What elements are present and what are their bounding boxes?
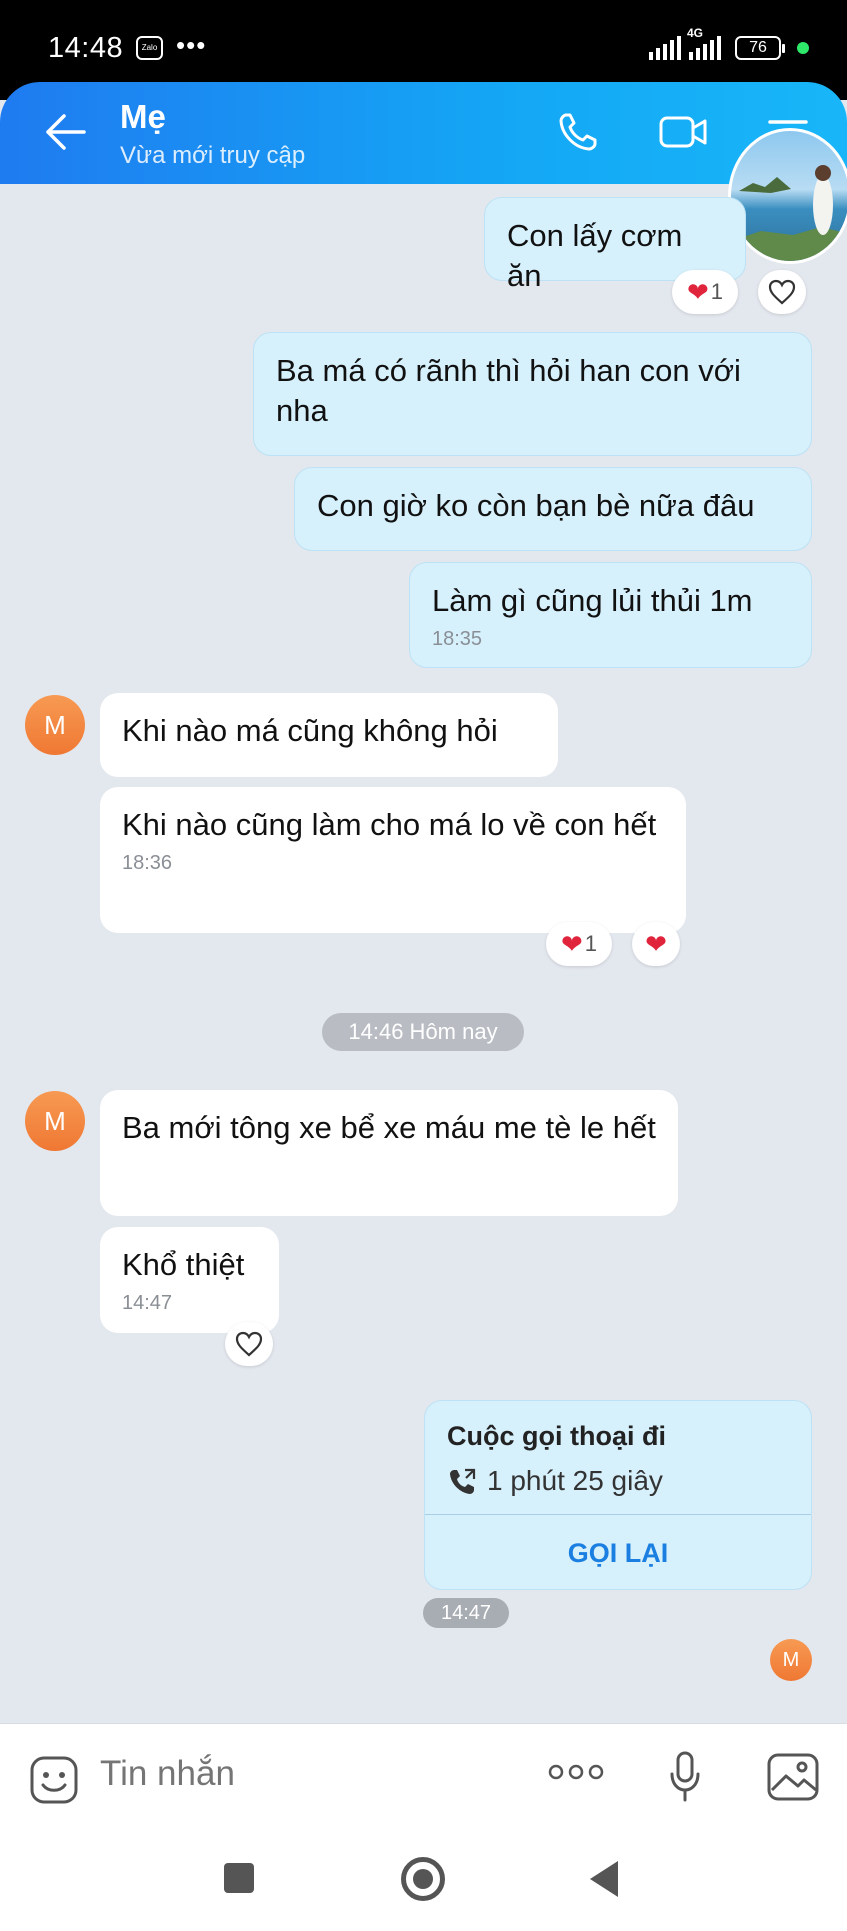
message-bubble-incoming[interactable]: Khổ thiệt 14:47 bbox=[100, 1227, 279, 1333]
message-input-bar bbox=[0, 1723, 847, 1829]
message-bubble-outgoing[interactable]: Con giờ ko còn bạn bè nữa đâu bbox=[294, 467, 812, 551]
status-time: 14:48 bbox=[48, 32, 124, 64]
heart-icon: ❤ bbox=[645, 928, 667, 959]
message-text: Làm gì cũng lủi thủi 1m bbox=[432, 583, 753, 618]
system-nav-bar bbox=[0, 1829, 847, 1931]
message-text: Con lấy cơm ăn bbox=[507, 218, 683, 293]
heart-icon: ❤ bbox=[686, 276, 709, 307]
message-text: Ba mới tông xe bể xe máu me tè le hết bbox=[122, 1110, 656, 1145]
back-arrow-icon[interactable] bbox=[44, 112, 88, 152]
more-icon[interactable] bbox=[546, 1762, 606, 1782]
date-divider: 14:46 Hôm nay bbox=[322, 1013, 524, 1051]
avatar[interactable]: M bbox=[25, 1091, 85, 1151]
message-bubble-outgoing[interactable]: Con lấy cơm ăn bbox=[484, 197, 746, 293]
message-text: Ba má có rãnh thì hỏi han con với nha bbox=[276, 353, 741, 428]
message-input[interactable] bbox=[100, 1754, 420, 1794]
heart-outline-icon bbox=[768, 279, 796, 305]
react-button[interactable] bbox=[225, 1322, 273, 1366]
video-camera-icon[interactable] bbox=[658, 110, 708, 154]
heart-outline-icon bbox=[235, 1331, 263, 1357]
message-time: 14:47 bbox=[423, 1598, 509, 1628]
call-duration: 1 phút 25 giây bbox=[487, 1465, 663, 1496]
react-button-active[interactable]: ❤ bbox=[632, 922, 680, 966]
outgoing-call-icon bbox=[450, 1468, 476, 1494]
home-button[interactable] bbox=[401, 1857, 445, 1901]
message-time: 18:35 bbox=[432, 628, 483, 650]
phone-icon[interactable] bbox=[556, 110, 600, 154]
signal-4g-icon: 4G bbox=[687, 26, 721, 60]
message-text: Khi nào cũng làm cho má lo về con hết bbox=[122, 807, 657, 842]
chat-header: Mẹ Vừa mới truy cập bbox=[0, 82, 847, 184]
reaction-count: 1 bbox=[584, 931, 598, 956]
more-notifications-icon: ••• bbox=[176, 30, 207, 60]
reaction-count: 1 bbox=[710, 279, 724, 304]
message-bubble-incoming[interactable]: Khi nào cũng làm cho má lo về con hết 18… bbox=[100, 787, 686, 933]
message-bubble-incoming[interactable]: Ba mới tông xe bể xe máu me tè le hết bbox=[100, 1090, 678, 1216]
battery-icon: 76 bbox=[735, 36, 785, 60]
recent-apps-button[interactable] bbox=[224, 1863, 254, 1893]
status-right: 4G 76 bbox=[649, 26, 809, 60]
message-text: Khổ thiệt bbox=[122, 1247, 245, 1282]
emoji-icon[interactable] bbox=[28, 1754, 80, 1806]
react-button[interactable] bbox=[758, 270, 806, 314]
message-time: 18:36 bbox=[122, 852, 173, 874]
image-icon[interactable] bbox=[766, 1752, 820, 1802]
reaction-summary[interactable]: ❤ 1 bbox=[672, 270, 738, 314]
avatar[interactable]: M bbox=[25, 695, 85, 755]
contact-name[interactable]: Mẹ bbox=[120, 98, 166, 136]
call-back-button[interactable]: GỌI LẠI bbox=[425, 1515, 811, 1589]
seen-avatar: M bbox=[770, 1639, 812, 1681]
reaction-summary[interactable]: ❤ 1 bbox=[546, 922, 612, 966]
message-bubble-outgoing[interactable]: Làm gì cũng lủi thủi 1m 18:35 bbox=[409, 562, 812, 668]
microphone-icon[interactable] bbox=[668, 1750, 702, 1804]
zalo-notification-icon: Zalo bbox=[136, 36, 163, 60]
back-button[interactable] bbox=[590, 1861, 618, 1897]
heart-icon: ❤ bbox=[560, 928, 583, 959]
message-bubble-incoming[interactable]: Khi nào má cũng không hỏi bbox=[100, 693, 558, 777]
message-bubble-outgoing[interactable]: Ba má có rãnh thì hỏi han con với nha bbox=[253, 332, 812, 456]
network-type: 4G bbox=[687, 26, 704, 40]
message-time: 14:47 bbox=[122, 1292, 173, 1314]
signal-icon bbox=[649, 36, 681, 60]
privacy-dot bbox=[797, 42, 809, 54]
message-text: Khi nào má cũng không hỏi bbox=[122, 713, 498, 748]
contact-status: Vừa mới truy cập bbox=[120, 142, 306, 169]
call-title: Cuộc gọi thoại đi bbox=[447, 1421, 666, 1451]
call-card[interactable]: Cuộc gọi thoại đi 1 phút 25 giây GỌI LẠI bbox=[424, 1400, 812, 1590]
message-text: Con giờ ko còn bạn bè nữa đâu bbox=[317, 488, 755, 523]
